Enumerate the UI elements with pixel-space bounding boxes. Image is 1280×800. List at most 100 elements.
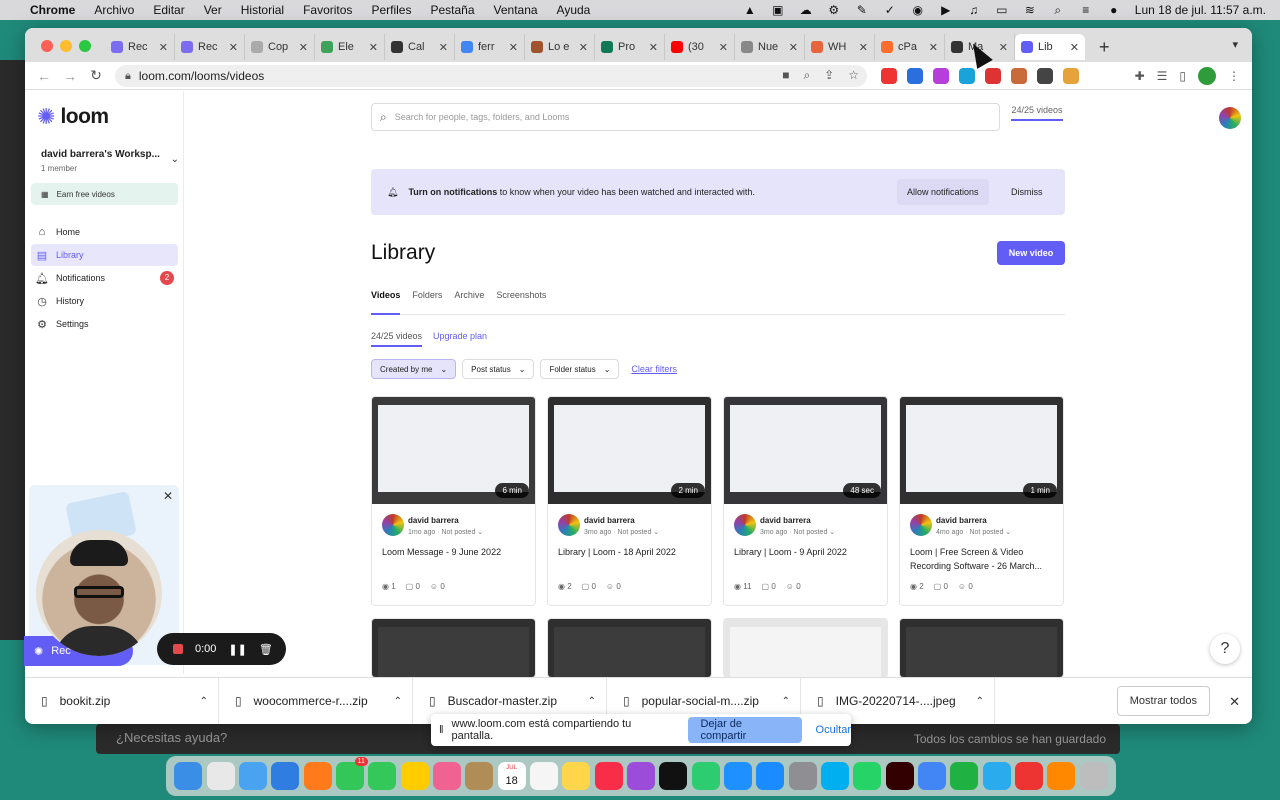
system-preferences-dock-icon[interactable]	[788, 762, 817, 790]
skype-dock-icon[interactable]	[821, 762, 850, 790]
search-input[interactable]: ⌕ Search for people, tags, folders, and …	[371, 103, 1000, 131]
u-extension-icon[interactable]	[985, 68, 1001, 84]
chevron-up-icon[interactable]: ⌃	[782, 696, 790, 707]
tab-close-icon[interactable]: ✕	[1070, 41, 1079, 54]
author-avatar[interactable]	[734, 514, 756, 536]
video-author[interactable]: david barrera	[408, 516, 459, 525]
close-downloads-icon[interactable]: ✕	[1229, 694, 1240, 710]
podcasts-dock-icon[interactable]	[626, 762, 655, 790]
chevron-up-icon[interactable]: ⌃	[976, 696, 984, 707]
chevron-up-icon[interactable]: ⌃	[588, 696, 596, 707]
siri-icon[interactable]: ●	[1107, 4, 1121, 16]
user-avatar[interactable]	[1219, 107, 1241, 129]
video-title[interactable]: Library | Loom - 18 April 2022	[558, 545, 704, 559]
show-all-downloads-button[interactable]: Mostrar todos	[1116, 686, 1210, 716]
video-quota-indicator[interactable]: 24/25 videos	[1011, 103, 1063, 121]
record-status-icon[interactable]: ◉	[911, 4, 925, 16]
help-button[interactable]: ?	[1210, 634, 1240, 664]
menu-ver[interactable]: Ver	[204, 3, 222, 17]
chrome-menu-icon[interactable]: ⋮	[1228, 69, 1240, 83]
menu-perfiles[interactable]: Perfiles	[371, 3, 411, 17]
sidebar-item-library[interactable]: ▤ Library	[31, 244, 178, 266]
illustrator-dock-icon[interactable]	[885, 762, 914, 790]
video-thumbnail[interactable]: 48 sec	[724, 397, 887, 504]
browser-tab[interactable]: Lo e ✕	[525, 34, 595, 60]
video-card[interactable]: 1 min david barrera 4mo ago · Not posted…	[899, 396, 1064, 606]
upgrade-plan-link[interactable]: Upgrade plan	[433, 331, 487, 341]
reading-list-icon[interactable]: ☰	[1157, 69, 1168, 83]
video-title[interactable]: Loom Message - 9 June 2022	[382, 545, 528, 559]
pause-icon[interactable]: ❚❚	[228, 643, 246, 656]
safari-dock-icon[interactable]	[271, 762, 300, 790]
post-status-dropdown[interactable]: Not posted	[793, 529, 827, 536]
tab-close-icon[interactable]: ✕	[999, 41, 1008, 54]
share-icon[interactable]: ⇪	[824, 68, 834, 83]
chevron-up-icon[interactable]: ⌃	[394, 696, 402, 707]
instagram-extension-icon[interactable]	[933, 68, 949, 84]
menu-app-name[interactable]: Chrome	[30, 3, 75, 17]
video-card-partial[interactable]	[371, 618, 536, 678]
headphones-status-icon[interactable]: ♫	[967, 4, 981, 16]
menu-historial[interactable]: Historial	[241, 3, 284, 17]
video-thumbnail[interactable]	[900, 619, 1063, 677]
maps-dock-icon[interactable]	[400, 762, 429, 790]
created-by-me-filter[interactable]: Created by me ⌄	[371, 359, 457, 379]
chevron-up-icon[interactable]: ⌃	[200, 696, 208, 707]
tab-close-icon[interactable]: ✕	[579, 41, 588, 54]
forward-arrow-icon[interactable]: →	[57, 68, 83, 84]
folder-status-filter[interactable]: Folder status ⌄	[540, 359, 620, 379]
keynote-dock-icon[interactable]	[724, 762, 753, 790]
post-status-dropdown[interactable]: Not posted	[441, 529, 475, 536]
tab-close-icon[interactable]: ✕	[299, 41, 308, 54]
background-help-text[interactable]: ¿Necesitas ayuda?	[116, 730, 227, 745]
tv-dock-icon[interactable]	[659, 762, 688, 790]
video-thumbnail[interactable]	[548, 619, 711, 677]
extensions-puzzle-icon[interactable]: ✚	[1135, 69, 1145, 83]
trash-dock-icon[interactable]	[1079, 762, 1108, 790]
pokeball-extension-icon[interactable]	[881, 68, 897, 84]
browser-tab[interactable]: (30 ✕	[665, 34, 735, 60]
reminders-dock-icon[interactable]	[529, 762, 558, 790]
settings-status-icon[interactable]: ⚙	[827, 4, 841, 16]
spotify-dock-icon[interactable]	[950, 762, 979, 790]
clear-filters-link[interactable]: Clear filters	[631, 364, 677, 374]
cloud-status-icon[interactable]: ☁	[799, 4, 813, 16]
contacts-dock-icon[interactable]	[465, 762, 494, 790]
pdf-dock-icon[interactable]	[1015, 762, 1044, 790]
tab-close-icon[interactable]: ✕	[859, 41, 868, 54]
tab-screenshots[interactable]: Screenshots	[496, 289, 546, 315]
check-status-icon[interactable]: ✓	[883, 4, 897, 16]
browser-tab[interactable]: Ele ✕	[315, 34, 385, 60]
zoom-icon[interactable]: ⌕	[803, 68, 810, 83]
sidebar-item-home[interactable]: ⌂ Home	[31, 221, 178, 243]
loom-logo[interactable]: ✺ loom	[37, 105, 109, 129]
trash-icon[interactable]: 🗑︎	[259, 643, 273, 656]
profile-avatar[interactable]	[1198, 67, 1216, 85]
allow-notifications-button[interactable]: Allow notifications	[897, 179, 989, 205]
music-dock-icon[interactable]	[594, 762, 623, 790]
photos-dock-icon[interactable]	[432, 762, 461, 790]
sidebar-item-notifications[interactable]: 🔔︎ Notifications 2	[31, 267, 178, 289]
whatsapp-dock-icon[interactable]	[853, 762, 882, 790]
messages-dock-icon[interactable]	[368, 762, 397, 790]
numbers-dock-icon[interactable]	[691, 762, 720, 790]
menu-ayuda[interactable]: Ayuda	[557, 3, 591, 17]
address-bar[interactable]: 🔒︎ loom.com/looms/videos ■ ⌕ ⇪ ☆	[115, 65, 867, 87]
zoom-window-button[interactable]	[79, 40, 91, 52]
video-card[interactable]: 48 sec david barrera 3mo ago · Not poste…	[723, 396, 888, 606]
tab-close-icon[interactable]: ✕	[649, 41, 658, 54]
menu-pestana[interactable]: Pestaña	[430, 3, 474, 17]
appstore-dock-icon[interactable]	[756, 762, 785, 790]
diamond-extension-icon[interactable]	[959, 68, 975, 84]
sidebar-item-settings[interactable]: ⚙ Settings	[31, 313, 178, 335]
browser-tab[interactable]: ferr ✕	[455, 34, 525, 60]
browser-tab[interactable]: cPa ✕	[875, 34, 945, 60]
author-avatar[interactable]	[558, 514, 580, 536]
menu-archivo[interactable]: Archivo	[94, 3, 134, 17]
minimize-window-button[interactable]	[60, 40, 72, 52]
download-item[interactable]: ▯ bookit.zip ⌃	[25, 677, 219, 724]
back-arrow-icon[interactable]: ←	[31, 68, 57, 84]
post-status-filter[interactable]: Post status ⌄	[462, 359, 535, 379]
video-card-partial[interactable]	[723, 618, 888, 678]
menu-ventana[interactable]: Ventana	[494, 3, 538, 17]
